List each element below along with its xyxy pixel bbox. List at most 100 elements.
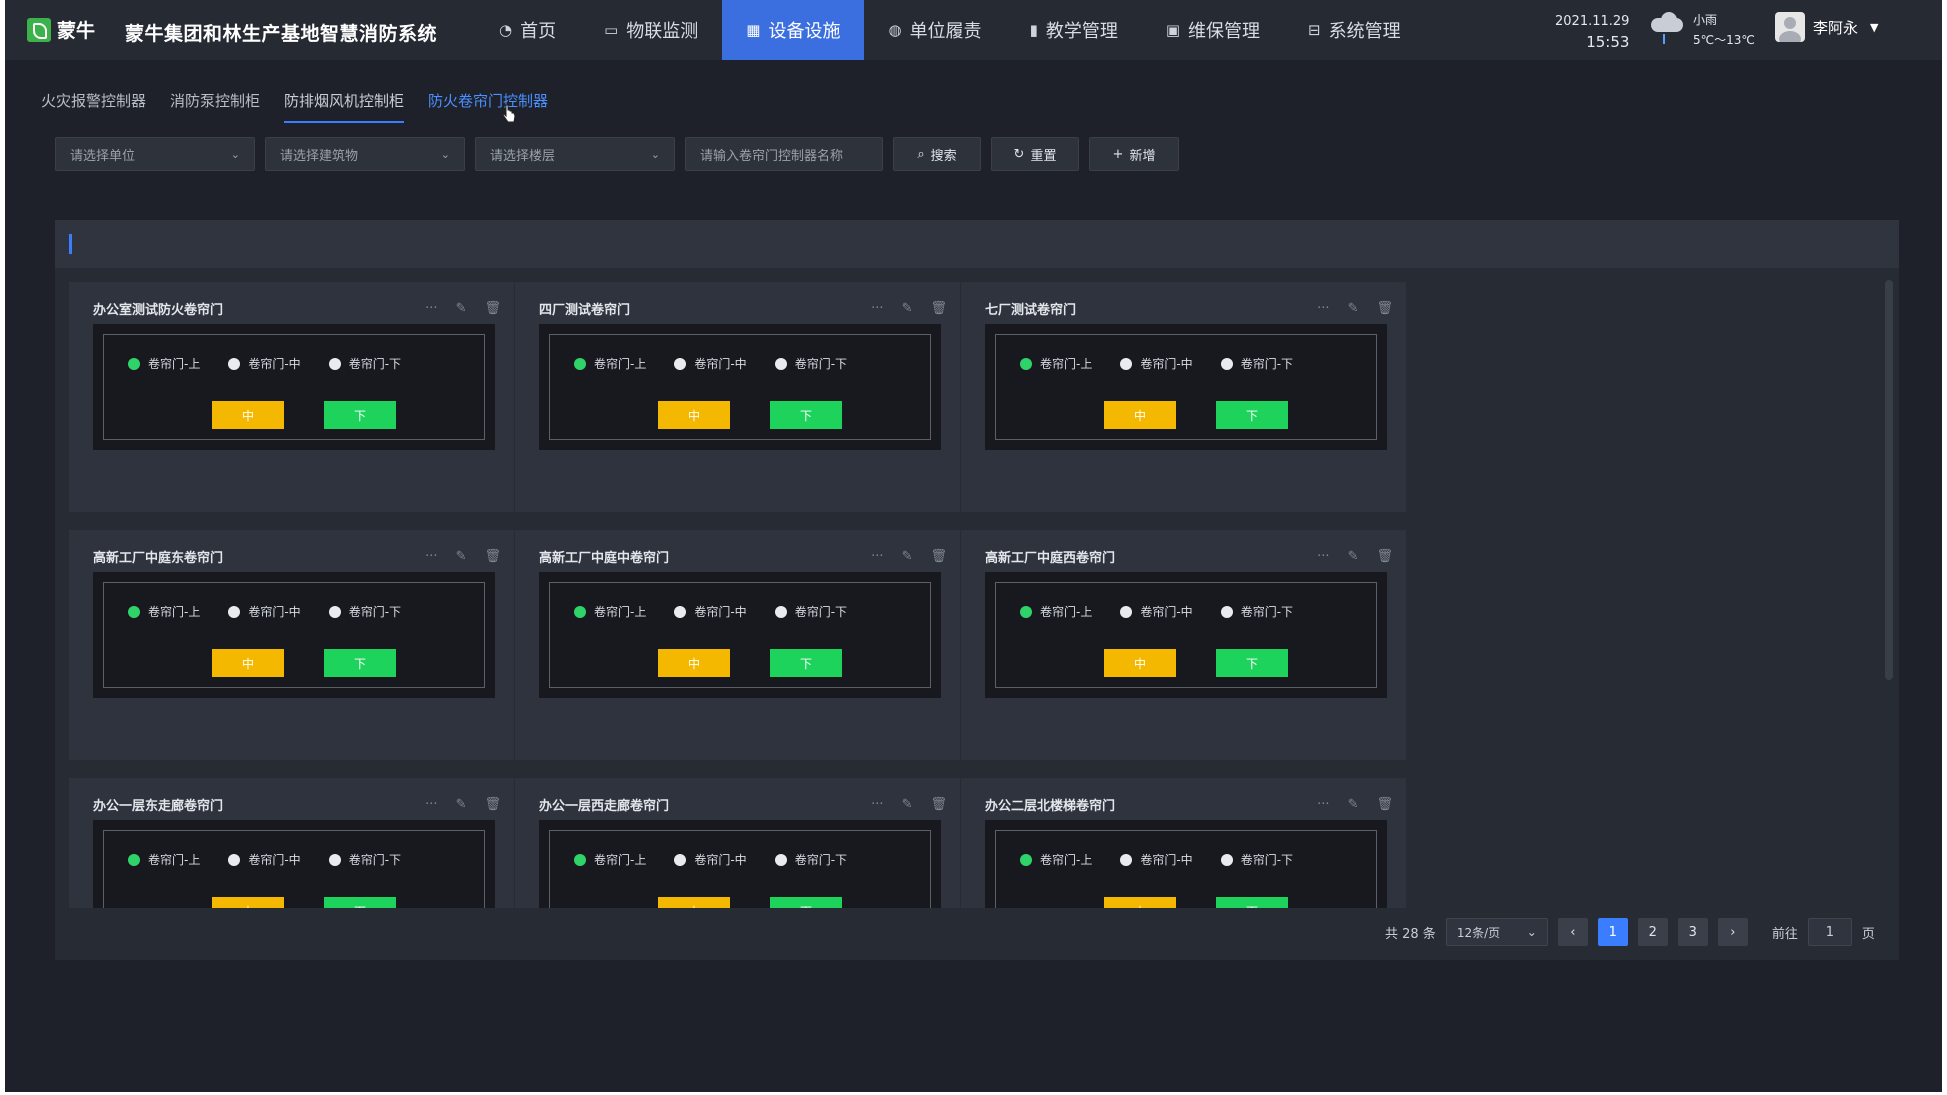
middle-button[interactable]: 中 — [212, 649, 284, 677]
card-grid: 办公室测试防火卷帘门 ··· ✎ 🗑 卷帘门-上 卷帘门-中 卷帘门-下中下四厂测试卷帘门 ·… — [55, 268, 1899, 908]
status-down-label: 卷帘门-下 — [348, 357, 402, 371]
floor-select[interactable]: 请选择楼层 ⌄ — [475, 137, 675, 171]
card-actions: ··· ✎ 🗑 — [1317, 301, 1393, 316]
subtab-0[interactable]: 火灾报警控制器 — [41, 90, 146, 123]
card-actions: ··· ✎ 🗑 — [425, 549, 501, 564]
more-icon[interactable]: ··· — [871, 301, 883, 316]
more-icon[interactable]: ··· — [871, 549, 883, 564]
nav-item-2[interactable]: ▦ 设备设施 — [722, 0, 865, 60]
goto-page-input[interactable]: 1 — [1807, 918, 1852, 946]
more-icon[interactable]: ··· — [1317, 549, 1329, 564]
down-button[interactable]: 下 — [1216, 401, 1288, 429]
status-down-label: 卷帘门-下 — [794, 357, 848, 371]
middle-button[interactable]: 中 — [658, 649, 730, 677]
page-button[interactable]: 1 — [1597, 918, 1628, 946]
nav-item-4[interactable]: ▮ 教学管理 — [1006, 0, 1142, 60]
controller-frame: 卷帘门-上卷帘门-中卷帘门-下中下 — [995, 582, 1377, 688]
status-mid: 卷帘门-中 — [674, 355, 747, 372]
building-select[interactable]: 请选择建筑物 ⌄ — [265, 137, 465, 171]
status-mid-label: 卷帘门-中 — [1140, 605, 1193, 619]
delete-icon[interactable]: 🗑 — [484, 549, 501, 564]
subtab-3[interactable]: 防火卷帘门控制器 — [428, 90, 548, 123]
delete-icon[interactable]: 🗑 — [930, 301, 947, 316]
status-off-dot — [328, 853, 341, 866]
prev-page-button[interactable]: ‹ — [1557, 918, 1588, 946]
more-icon[interactable]: ··· — [425, 549, 437, 564]
page-size-select[interactable]: 12条/页 ⌄ — [1445, 918, 1548, 946]
brand-logo[interactable]: 蒙牛 — [27, 16, 95, 43]
nav-item-1[interactable]: ▭ 物联监测 — [580, 0, 722, 60]
user-menu[interactable]: 李阿永 ▼ — [1775, 12, 1878, 42]
down-button[interactable]: 下 — [770, 649, 842, 677]
down-button[interactable]: 下 — [324, 401, 396, 429]
more-icon[interactable]: ··· — [425, 301, 437, 316]
delete-icon[interactable]: 🗑 — [484, 301, 501, 316]
edit-icon[interactable]: ✎ — [456, 549, 467, 564]
edit-icon[interactable]: ✎ — [1348, 301, 1359, 316]
controller-frame: 卷帘门-上卷帘门-中卷帘门-下中下 — [995, 830, 1377, 908]
control-buttons: 中下 — [658, 649, 842, 677]
delete-icon[interactable]: 🗑 — [930, 549, 947, 564]
middle-button[interactable]: 中 — [212, 897, 284, 908]
book-icon: ▮ — [1029, 21, 1038, 39]
controller-panel: 卷帘门-上卷帘门-中卷帘门-下中下 — [93, 820, 495, 908]
card-title: 高新工厂中庭中卷帘门 — [539, 550, 670, 566]
edit-icon[interactable]: ✎ — [456, 301, 467, 316]
edit-icon[interactable]: ✎ — [1348, 797, 1359, 812]
page-button[interactable]: 3 — [1677, 918, 1708, 946]
card-title: 办公室测试防火卷帘门 — [93, 302, 224, 318]
scrollbar[interactable] — [1885, 280, 1893, 680]
middle-button[interactable]: 中 — [1104, 897, 1176, 908]
edit-icon[interactable]: ✎ — [456, 797, 467, 812]
delete-icon[interactable]: 🗑 — [1376, 797, 1393, 812]
more-icon[interactable]: ··· — [1317, 301, 1329, 316]
middle-button[interactable]: 中 — [1104, 401, 1176, 429]
weather-condition: 小雨 — [1693, 13, 1718, 27]
controller-name-input[interactable]: 请输入卷帘门控制器名称 — [685, 137, 883, 171]
delete-icon[interactable]: 🗑 — [1376, 301, 1393, 316]
page-button[interactable]: 2 — [1637, 918, 1668, 946]
card-header: 办公一层东走廊卷帘门 ··· ✎ 🗑 — [93, 790, 501, 818]
more-icon[interactable]: ··· — [1317, 797, 1329, 812]
middle-button[interactable]: 中 — [658, 897, 730, 908]
more-icon[interactable]: ··· — [425, 797, 437, 812]
status-down: 卷帘门-下 — [774, 851, 847, 868]
down-button[interactable]: 下 — [770, 897, 842, 908]
reset-button[interactable]: ↻ 重置 — [991, 137, 1079, 171]
nav-item-label: 首页 — [520, 21, 557, 42]
next-page-button[interactable]: › — [1717, 918, 1748, 946]
delete-icon[interactable]: 🗑 — [484, 797, 501, 812]
subtab-2[interactable]: 防排烟风机控制柜 — [284, 90, 405, 123]
controller-panel: 卷帘门-上卷帘门-中卷帘门-下中下 — [539, 324, 941, 450]
monitor-icon: ▭ — [604, 21, 619, 39]
nav-item-5[interactable]: ▣ 维保管理 — [1142, 0, 1284, 60]
middle-button[interactable]: 中 — [658, 401, 730, 429]
nav-item-3[interactable]: ◍ 单位履责 — [864, 0, 1005, 60]
edit-icon[interactable]: ✎ — [902, 549, 913, 564]
edit-icon[interactable]: ✎ — [1348, 549, 1359, 564]
subtab-1[interactable]: 消防泵控制柜 — [170, 90, 260, 123]
middle-button[interactable]: 中 — [212, 401, 284, 429]
status-on-dot — [574, 853, 586, 866]
down-button[interactable]: 下 — [324, 897, 396, 908]
edit-icon[interactable]: ✎ — [902, 301, 913, 316]
down-button[interactable]: 下 — [324, 649, 396, 677]
down-button[interactable]: 下 — [770, 401, 842, 429]
edit-icon[interactable]: ✎ — [902, 797, 913, 812]
status-off-dot — [228, 605, 241, 618]
down-button[interactable]: 下 — [1216, 649, 1288, 677]
search-button[interactable]: ⌕ 搜索 — [893, 137, 981, 171]
down-button[interactable]: 下 — [1216, 897, 1288, 908]
add-button[interactable]: + 新增 — [1089, 137, 1179, 171]
unit-select[interactable]: 请选择单位 ⌄ — [55, 137, 255, 171]
delete-icon[interactable]: 🗑 — [930, 797, 947, 812]
status-mid: 卷帘门-中 — [228, 603, 301, 620]
status-mid-label: 卷帘门-中 — [1140, 853, 1193, 867]
delete-icon[interactable]: 🗑 — [1376, 549, 1393, 564]
status-down-label: 卷帘门-下 — [348, 853, 402, 867]
card-header: 办公一层西走廊卷帘门 ··· ✎ 🗑 — [539, 790, 947, 818]
middle-button[interactable]: 中 — [1104, 649, 1176, 677]
more-icon[interactable]: ··· — [871, 797, 883, 812]
nav-item-6[interactable]: ⊟ 系统管理 — [1284, 0, 1425, 60]
nav-item-0[interactable]: ◔ 首页 — [475, 0, 580, 60]
